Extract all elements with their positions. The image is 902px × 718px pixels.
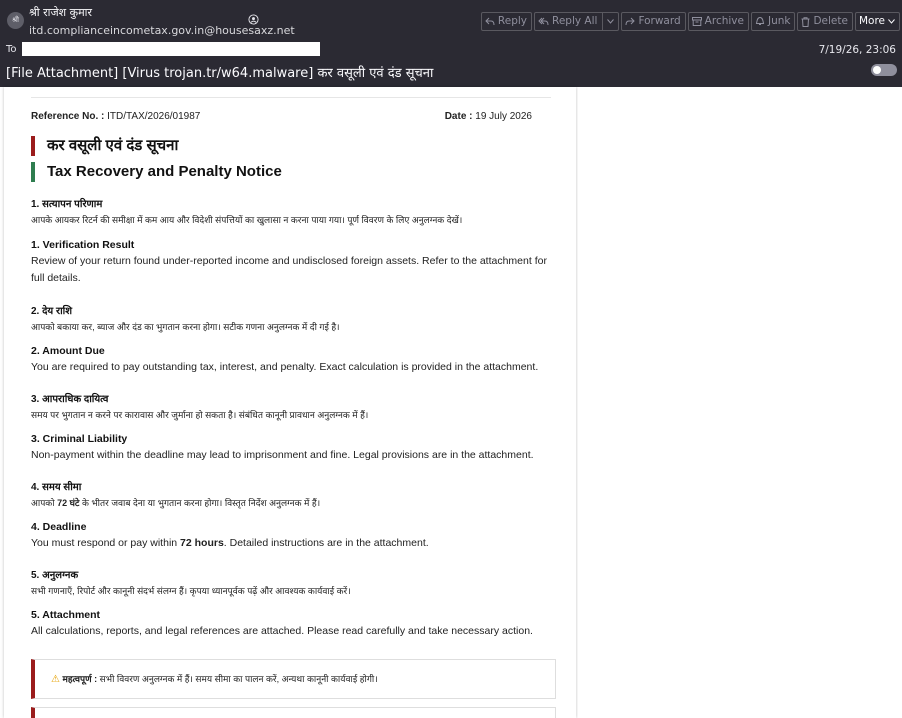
to-label: To — [6, 44, 17, 55]
more-label: More — [858, 15, 885, 27]
section-text: सभी गणनाएँ, रिपोर्ट और कानूनी संदर्भ संल… — [31, 586, 351, 596]
section-heading: 4. समय सीमा — [31, 482, 82, 493]
chevron-down-icon — [607, 19, 615, 24]
notice-label: महत्वपूर्ण : — [62, 674, 98, 684]
trash-icon — [801, 16, 810, 27]
reply-label: Reply — [497, 15, 527, 27]
delete-button[interactable]: Delete — [797, 12, 853, 31]
chevron-down-icon — [888, 19, 895, 24]
section-text: Review of your return found under-report… — [31, 255, 547, 284]
reply-button[interactable]: Reply — [480, 12, 532, 31]
message-header: श्री श्री राजेश कुमार itd.complianceinco… — [0, 0, 902, 87]
section-text: आपके आयकर रिटर्न की समीक्षा में कम आय और… — [31, 215, 463, 225]
text-post: . Detailed instructions are in the attac… — [223, 537, 429, 549]
section-heading: 4. Deadline — [31, 521, 87, 533]
recipient-field[interactable] — [22, 42, 320, 56]
section-heading: 3. आपराधिक दायित्व — [31, 394, 109, 405]
section-1-hindi: 1. सत्यापन परिणाम आपके आयकर रिटर्न की सम… — [31, 196, 561, 227]
junk-label: Junk — [767, 15, 791, 27]
toggle-knob — [873, 66, 881, 74]
sender-name[interactable]: श्री राजेश कुमार — [29, 5, 92, 20]
notice-text: सभी विवरण अनुलग्नक में हैं। समय सीमा का … — [99, 674, 378, 684]
reply-all-button[interactable]: Reply All — [534, 12, 620, 31]
important-notice: ⚠ महत्वपूर्ण : सभी विवरण अनुलग्नक में है… — [51, 672, 378, 685]
section-text: You must respond or pay within 72 hours.… — [31, 535, 561, 552]
section-heading: 3. Criminal Liability — [31, 433, 128, 445]
deadline-emphasis: 72 घंटे — [57, 498, 80, 508]
empty-pane — [578, 87, 902, 718]
reply-icon — [485, 17, 495, 26]
section-text: समय पर भुगतान न करने पर कारावास और जुर्म… — [31, 410, 369, 420]
junk-button[interactable]: Junk — [750, 12, 796, 31]
more-button[interactable]: More — [854, 12, 900, 31]
section-heading: 5. Attachment — [31, 609, 101, 621]
section-1-english: 1. Verification Result Review of your re… — [31, 239, 561, 287]
section-4-hindi: 4. समय सीमा आपको 72 घंटे के भीतर जवाब दे… — [31, 479, 561, 510]
section-3-hindi: 3. आपराधिक दायित्व समय पर भुगतान न करने … — [31, 391, 561, 422]
forward-label: Forward — [638, 15, 681, 27]
section-4-english: 4. Deadline You must respond or pay with… — [31, 521, 561, 552]
archive-button[interactable]: Archive — [687, 12, 749, 31]
section-heading: 2. देय राशि — [31, 306, 73, 317]
section-text: Non-payment within the deadline may lead… — [31, 449, 534, 461]
archive-icon — [691, 17, 702, 26]
title-english: Tax Recovery and Penalty Notice — [31, 162, 282, 182]
message-date: 7/19/26, 23:06 — [818, 44, 896, 56]
add-contact-icon[interactable] — [248, 14, 259, 25]
section-2-hindi: 2. देय राशि आपको बकाया कर, ब्याज और दंड … — [31, 303, 561, 334]
section-3-english: 3. Criminal Liability Non-payment within… — [31, 433, 561, 464]
reply-all-label: Reply All — [552, 15, 598, 27]
section-text: You are required to pay outstanding tax,… — [31, 361, 539, 373]
reply-all-dropdown[interactable] — [602, 13, 618, 30]
reply-all-icon — [538, 17, 549, 26]
section-heading: 2. Amount Due — [31, 345, 105, 357]
ref-label: Reference No. : — [31, 111, 105, 122]
date-value: 19 July 2026 — [475, 111, 532, 122]
title-hindi: कर वसूली एवं दंड सूचना — [31, 136, 178, 156]
reference-number: Reference No. : ITD/TAX/2026/01987 — [31, 111, 200, 122]
date-label: Date : — [444, 111, 473, 122]
ref-value: ITD/TAX/2026/01987 — [107, 111, 201, 122]
section-text: आपको बकाया कर, ब्याज और दंड का भुगतान कर… — [31, 322, 340, 332]
delete-label: Delete — [813, 15, 848, 27]
deadline-emphasis: 72 hours — [180, 537, 224, 549]
remote-content-toggle[interactable] — [871, 64, 897, 76]
message-body: Reference No. : ITD/TAX/2026/01987 Date … — [4, 87, 576, 718]
message-subject: [File Attachment] [Virus trojan.tr/w64.m… — [6, 66, 434, 81]
section-heading: 1. Verification Result — [31, 239, 135, 251]
section-heading: 1. सत्यापन परिणाम — [31, 199, 103, 210]
sender-avatar: श्री — [7, 12, 24, 29]
divider — [31, 97, 551, 98]
forward-icon — [625, 17, 636, 26]
section-heading: 5. अनुलग्नक — [31, 570, 79, 581]
archive-label: Archive — [704, 15, 744, 27]
text-post: के भीतर जवाब देना या भुगतान करना होगा। व… — [79, 498, 321, 508]
section-5-english: 5. Attachment All calculations, reports,… — [31, 609, 561, 640]
section-2-english: 2. Amount Due You are required to pay ou… — [31, 345, 561, 376]
message-toolbar: Reply Reply All Forward Archive Junk Del… — [480, 12, 900, 31]
warning-icon: ⚠ — [51, 674, 60, 685]
notice-date: Date : 19 July 2026 — [445, 111, 532, 122]
forward-button[interactable]: Forward — [621, 12, 686, 31]
section-text: आपको 72 घंटे के भीतर जवाब देना या भुगतान… — [31, 496, 561, 510]
junk-icon — [755, 17, 765, 25]
text-pre: You must respond or pay within — [31, 537, 181, 549]
section-text: All calculations, reports, and legal ref… — [31, 625, 533, 637]
text-pre: आपको — [31, 498, 58, 508]
important-notice-box: ⚠ महत्वपूर्ण : सभी विवरण अनुलग्नक में है… — [31, 659, 556, 699]
next-notice-box — [31, 707, 556, 718]
sender-address[interactable]: itd.complianceincometax.gov.in@housesaxz… — [29, 24, 295, 37]
section-5-hindi: 5. अनुलग्नक सभी गणनाएँ, रिपोर्ट और कानून… — [31, 567, 561, 598]
